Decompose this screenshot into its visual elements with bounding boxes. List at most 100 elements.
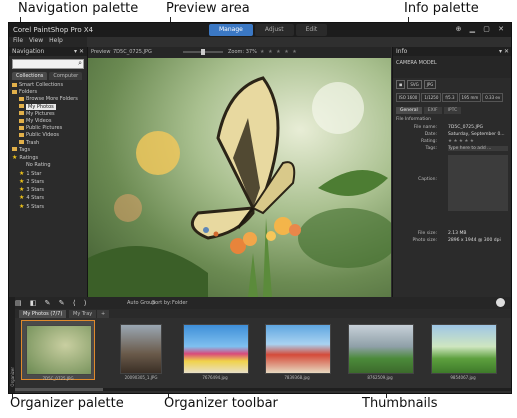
nav-item-label: 4 Stars — [26, 195, 45, 202]
nav-item-label: Public Pictures — [26, 125, 63, 132]
preview-filename: 7D5C_0725.JPG — [113, 49, 152, 55]
thumbnail-scrollbar[interactable] — [9, 388, 511, 391]
thumbnail-image — [183, 324, 249, 374]
star-icon: ★ — [19, 202, 25, 210]
tab-general[interactable]: General — [396, 107, 422, 114]
field-label: Date: — [424, 132, 437, 137]
nav-item-label: 1 Star — [26, 170, 42, 177]
zoom-slider[interactable] — [183, 49, 223, 55]
rating-stars[interactable]: ★ ★ ★ ★ ★ — [260, 47, 298, 58]
nav-item[interactable]: ★ 5 Stars — [9, 203, 87, 211]
thumbnail[interactable]: 7839368.jpg — [261, 320, 333, 380]
thumbnail[interactable]: 8762509.jpg — [344, 320, 416, 380]
nav-item[interactable]: My Videos — [9, 118, 87, 125]
workspace-tabs: Manage Adjust Edit — [209, 24, 328, 36]
navigation-title: Navigation — [12, 48, 45, 55]
thumbnail-image — [431, 324, 497, 374]
nav-item[interactable]: ★ Ratings — [9, 154, 87, 162]
add-tab-button[interactable]: + — [97, 310, 110, 318]
blank-icon — [19, 163, 24, 167]
title-bar: Corel PaintShop Pro X4 Manage Adjust Edi… — [9, 23, 511, 37]
nav-item[interactable]: Folders — [9, 89, 87, 96]
clock-icon[interactable] — [496, 298, 505, 307]
menu-bar: File View Help — [9, 37, 87, 47]
thumbnail[interactable]: 7D5C_0725.JPG — [21, 320, 95, 381]
camera-model: CAMERA MODEL — [393, 56, 511, 78]
nav-item[interactable]: Tags — [9, 147, 87, 154]
tab-my-photos[interactable]: My Photos (7/7) — [19, 310, 67, 318]
nav-item[interactable]: ★ 4 Stars — [9, 194, 87, 202]
navigation-tree: Smart Collections Folders Browse More Fold… — [9, 82, 87, 211]
tab-iptc[interactable]: IPTC — [443, 107, 462, 114]
organizer-side-handle[interactable]: Organizer — [9, 297, 15, 393]
thumbnail[interactable]: 9854067.jpg — [427, 320, 499, 380]
nav-item[interactable]: My Photos — [9, 103, 87, 111]
field-label: Photo size: — [412, 238, 437, 243]
field-row: File name: 7D5C_0725.JPG — [396, 125, 509, 132]
star-icon: ★ — [19, 194, 25, 202]
tags-input[interactable]: Type here to add ... — [448, 146, 508, 151]
format-badge-icon: ◼ — [396, 80, 406, 89]
navigation-palette: Navigation ▾ ✕ ⌕ Collections Computer Sm… — [9, 47, 88, 297]
nav-item[interactable]: My Pictures — [9, 111, 87, 118]
exif-summary: ISO 1600 1/1250 f/5.3 195 mm 0.33 ev — [393, 91, 511, 104]
search-icon[interactable]: ⌕ — [78, 59, 82, 68]
caption-field: Caption: — [396, 153, 509, 213]
folder-icon — [12, 82, 17, 87]
nav-item[interactable]: No Rating — [9, 162, 87, 169]
close-icon[interactable]: ▾ ✕ — [74, 47, 84, 56]
tab-adjust[interactable]: Adjust — [254, 24, 294, 36]
tab-computer[interactable]: Computer — [49, 72, 83, 80]
menu-view[interactable]: View — [29, 37, 43, 44]
nav-item-label: My Photos — [26, 103, 56, 110]
scrollbar-thumb[interactable] — [13, 388, 103, 391]
nav-item-label: My Videos — [26, 118, 52, 125]
organizer-toolbar-icons[interactable]: ▤ ◧ ✎ ✎ ⟨ ⟩ — [15, 297, 90, 309]
nav-item[interactable]: Public Pictures — [9, 125, 87, 132]
folder-icon — [12, 89, 17, 94]
rating-stars[interactable]: ★ ★ ★ ★ ★ — [448, 139, 474, 144]
field-label: File size: — [417, 231, 437, 236]
thumbnail[interactable]: 20090305_1.JPG — [105, 320, 177, 380]
zoom-readout: Zoom: 37% — [228, 47, 257, 58]
zoom-slider-knob[interactable] — [201, 49, 205, 55]
search-input[interactable]: ⌕ — [12, 59, 84, 69]
folder-icon — [19, 140, 24, 145]
folder-icon — [19, 125, 24, 130]
nav-item[interactable]: Browse More Folders — [9, 96, 87, 103]
field-row: Tags: Type here to add ... — [396, 146, 509, 153]
field-label: Rating: — [420, 139, 437, 144]
sort-by-select[interactable]: Folder — [172, 297, 187, 309]
field-row: Date: Saturday, September 0... — [396, 132, 509, 139]
tab-my-tray[interactable]: My Tray — [69, 310, 97, 318]
menu-help[interactable]: Help — [49, 37, 63, 44]
nav-item[interactable]: Public Videos — [9, 132, 87, 139]
window-controls[interactable]: ⊕ ▁ ▢ ✕ — [456, 25, 507, 33]
tab-exif[interactable]: EXIF — [423, 107, 442, 114]
thumbnail[interactable]: 7676494.jpg — [179, 320, 251, 380]
nav-item[interactable]: Smart Collections — [9, 82, 87, 89]
nav-item-label: Tags — [19, 146, 31, 153]
field-row: Photo size: 2896 x 1944 @ 300 dpi — [396, 238, 509, 245]
tab-collections[interactable]: Collections — [12, 72, 48, 80]
tab-manage[interactable]: Manage — [209, 24, 253, 36]
organizer-tabs: My Photos (7/7) My Tray + — [9, 309, 511, 318]
close-icon[interactable]: ▾ ✕ — [499, 47, 509, 56]
callout-thumbnails: Thumbnails — [362, 396, 438, 411]
callout-preview-area: Preview area — [166, 1, 250, 16]
field-label: Caption: — [418, 177, 437, 182]
folder-icon — [19, 96, 24, 101]
sort-by-label: Sort by: — [152, 300, 172, 306]
format-badge-svg: SVG — [407, 80, 422, 89]
caption-input[interactable] — [448, 155, 508, 211]
nav-item[interactable]: Trash — [9, 140, 87, 147]
menu-file[interactable]: File — [13, 37, 23, 44]
file-information: File Information File name: 7D5C_0725.JP… — [393, 114, 511, 248]
nav-item-label: 3 Stars — [26, 187, 45, 194]
tab-edit[interactable]: Edit — [295, 24, 328, 36]
nav-item[interactable]: ★ 1 Star — [9, 170, 87, 178]
app-window: Corel PaintShop Pro X4 Manage Adjust Edi… — [8, 22, 512, 394]
nav-item[interactable]: ★ 2 Stars — [9, 178, 87, 186]
nav-item[interactable]: ★ 3 Stars — [9, 186, 87, 194]
field-label: File name: — [413, 125, 437, 130]
